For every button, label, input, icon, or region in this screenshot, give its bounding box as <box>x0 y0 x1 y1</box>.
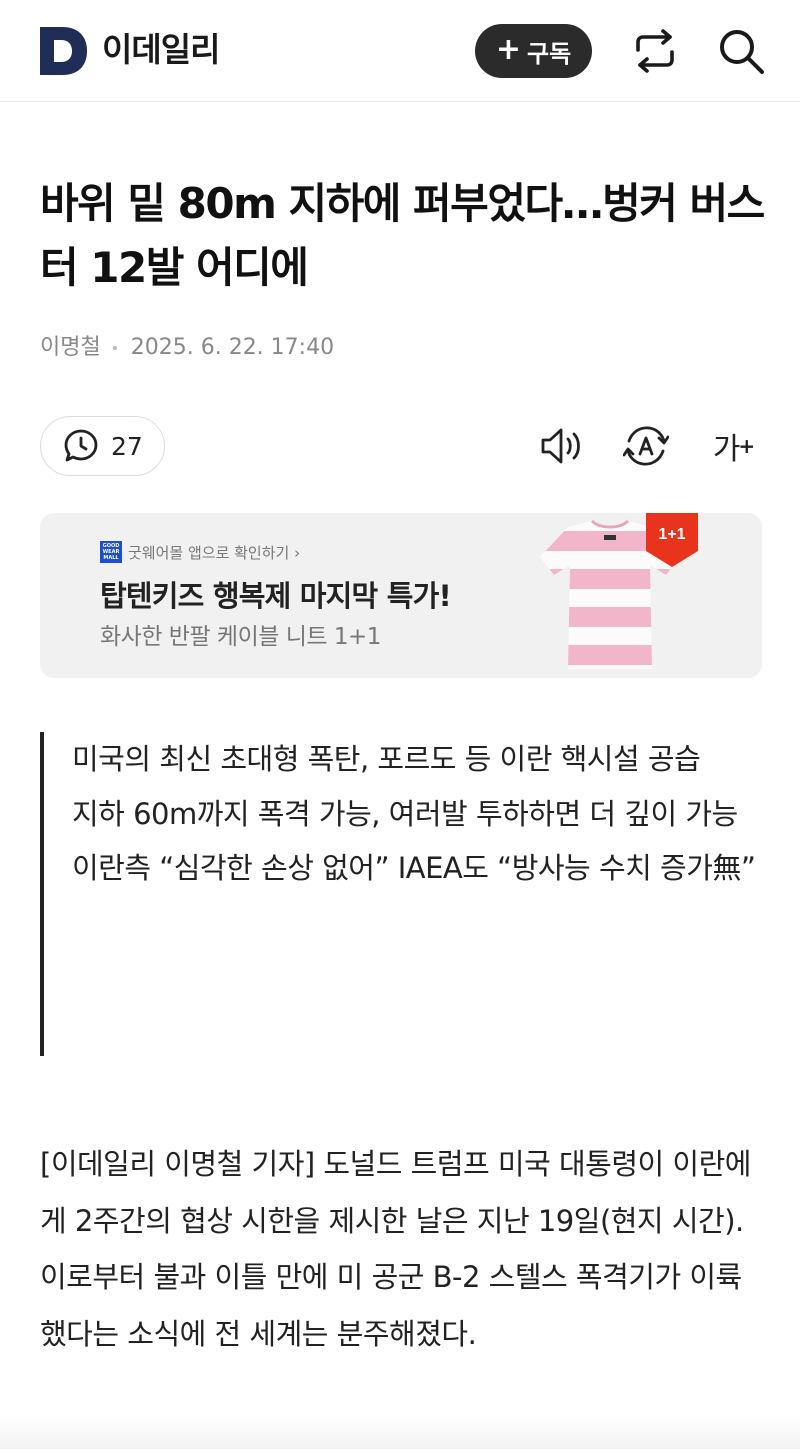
edaily-logo-icon[interactable] <box>40 27 88 75</box>
subscribe-label: 구독 <box>526 39 572 68</box>
promo-badge: 1+1 <box>646 513 698 567</box>
font-size-label: 가 <box>712 432 741 467</box>
translate-button[interactable] <box>620 420 672 472</box>
plus-icon: + <box>495 31 521 67</box>
translate-icon <box>623 426 669 466</box>
author-name[interactable]: 이명철 <box>40 333 101 363</box>
separator-dot <box>112 346 117 350</box>
bottom-fade <box>0 1415 800 1449</box>
comments-button[interactable]: 27 <box>40 416 165 476</box>
ad-banner[interactable]: GOOD WEAR MALL 굿웨어몰 앱으로 확인하기 › 탑텐키즈 행복제 … <box>40 513 762 678</box>
summary-line: 미국의 최신 초대형 폭탄, 포르도 등 이란 핵시설 공습 <box>72 742 701 776</box>
ad-subtitle: 화사한 반팔 케이블 니트 1+1 <box>100 624 381 650</box>
summary-line: 이란측 “심각한 손상 없어” IAEA도 “방사능 수치 증가無” <box>72 851 756 885</box>
read-aloud-button[interactable] <box>536 420 588 472</box>
article-summary: 미국의 최신 초대형 폭탄, 포르도 등 이란 핵시설 공습 지하 60m까지 … <box>40 732 765 1056</box>
ad-source-text: 굿웨어몰 앱으로 확인하기 › <box>128 543 301 562</box>
ad-headline: 탑텐키즈 행복제 마지막 특가! <box>100 579 452 613</box>
share-icon[interactable] <box>630 28 680 74</box>
article-body-paragraph: [이데일리 이명철 기자] 도널드 트럼프 미국 대통령이 이란에게 2주간의 … <box>40 1147 751 1351</box>
goodwear-logo-icon: GOOD WEAR MALL <box>100 541 122 563</box>
article-meta: 이명철 2025. 6. 22. 17:40 <box>40 333 334 363</box>
ad-source: GOOD WEAR MALL 굿웨어몰 앱으로 확인하기 › <box>100 541 300 563</box>
speaker-icon <box>541 428 580 464</box>
subscribe-button[interactable]: + 구독 <box>475 24 592 78</box>
font-size-plus-icon: + <box>738 434 756 458</box>
top-header: 이데일리 + 구독 <box>0 0 800 102</box>
publish-datetime: 2025. 6. 22. 17:40 <box>130 335 335 360</box>
comment-icon <box>64 429 98 462</box>
promo-badge-text: 1+1 <box>658 526 685 543</box>
brand-name[interactable]: 이데일리 <box>102 30 220 70</box>
article-title: 바위 밑 80m 지하에 퍼부었다…벙커 버스터 12발 어디에 <box>40 179 765 292</box>
font-size-button[interactable]: 가 + <box>708 420 760 472</box>
summary-line: 지하 60m까지 폭격 가능, 여러발 투하하면 더 깊이 가능 <box>72 796 738 831</box>
comment-count: 27 <box>111 431 143 461</box>
search-icon[interactable] <box>716 26 766 76</box>
